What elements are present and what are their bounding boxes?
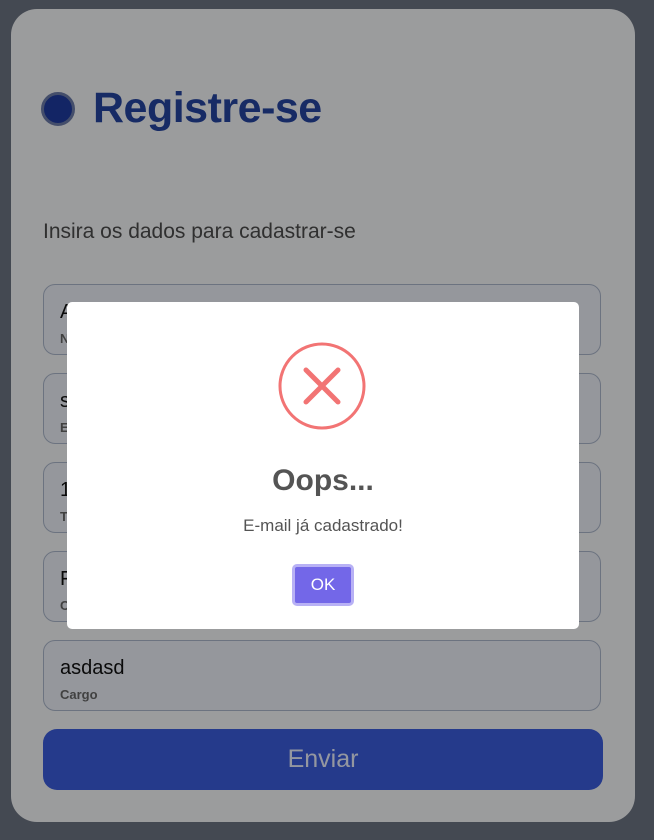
error-x-icon xyxy=(278,342,366,430)
ok-button[interactable]: OK xyxy=(292,564,354,606)
dialog-title: Oops... xyxy=(272,464,374,497)
error-dialog: Oops... E-mail já cadastrado! OK xyxy=(67,302,579,629)
dialog-message: E-mail já cadastrado! xyxy=(243,516,403,535)
page: Registre-se Insira os dados para cadastr… xyxy=(0,0,654,840)
